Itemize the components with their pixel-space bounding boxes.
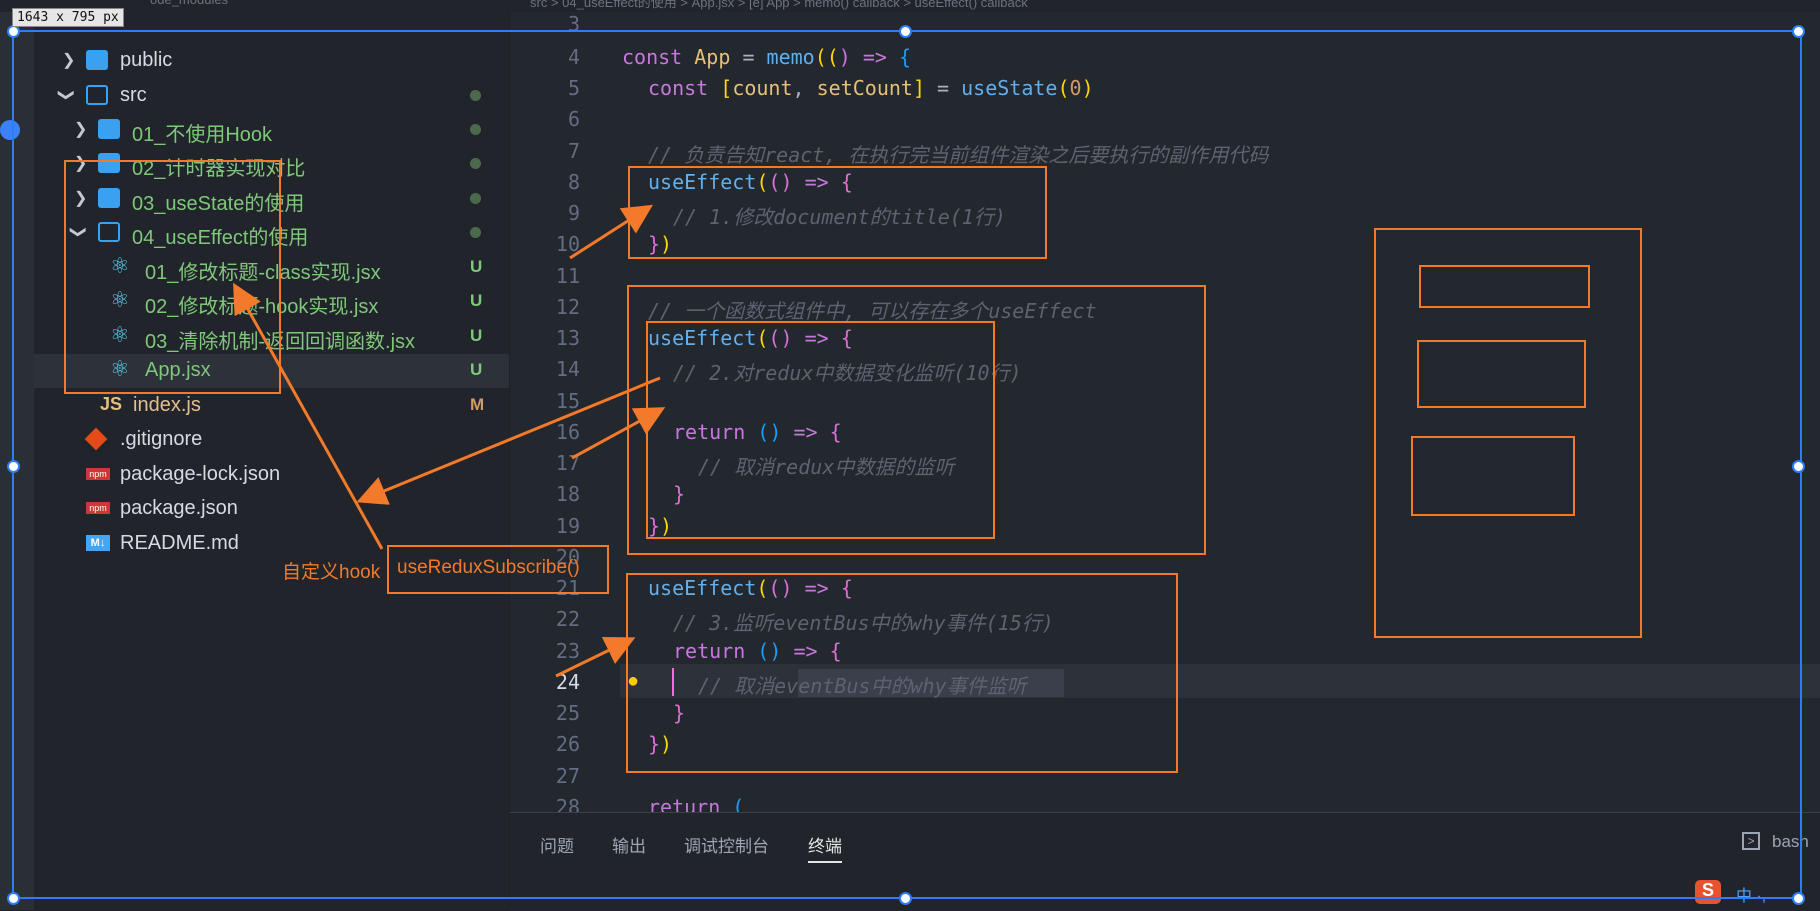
resize-handle[interactable] [1792, 460, 1805, 473]
capture-selection-frame[interactable] [12, 30, 1802, 899]
capture-size-badge: 1643 x 795 px [12, 8, 124, 27]
resize-handle[interactable] [1792, 25, 1805, 38]
resize-handle[interactable] [7, 460, 20, 473]
resize-handle[interactable] [899, 892, 912, 905]
resize-handle[interactable] [1792, 892, 1805, 905]
resize-handle[interactable] [7, 892, 20, 905]
resize-handle[interactable] [899, 25, 912, 38]
